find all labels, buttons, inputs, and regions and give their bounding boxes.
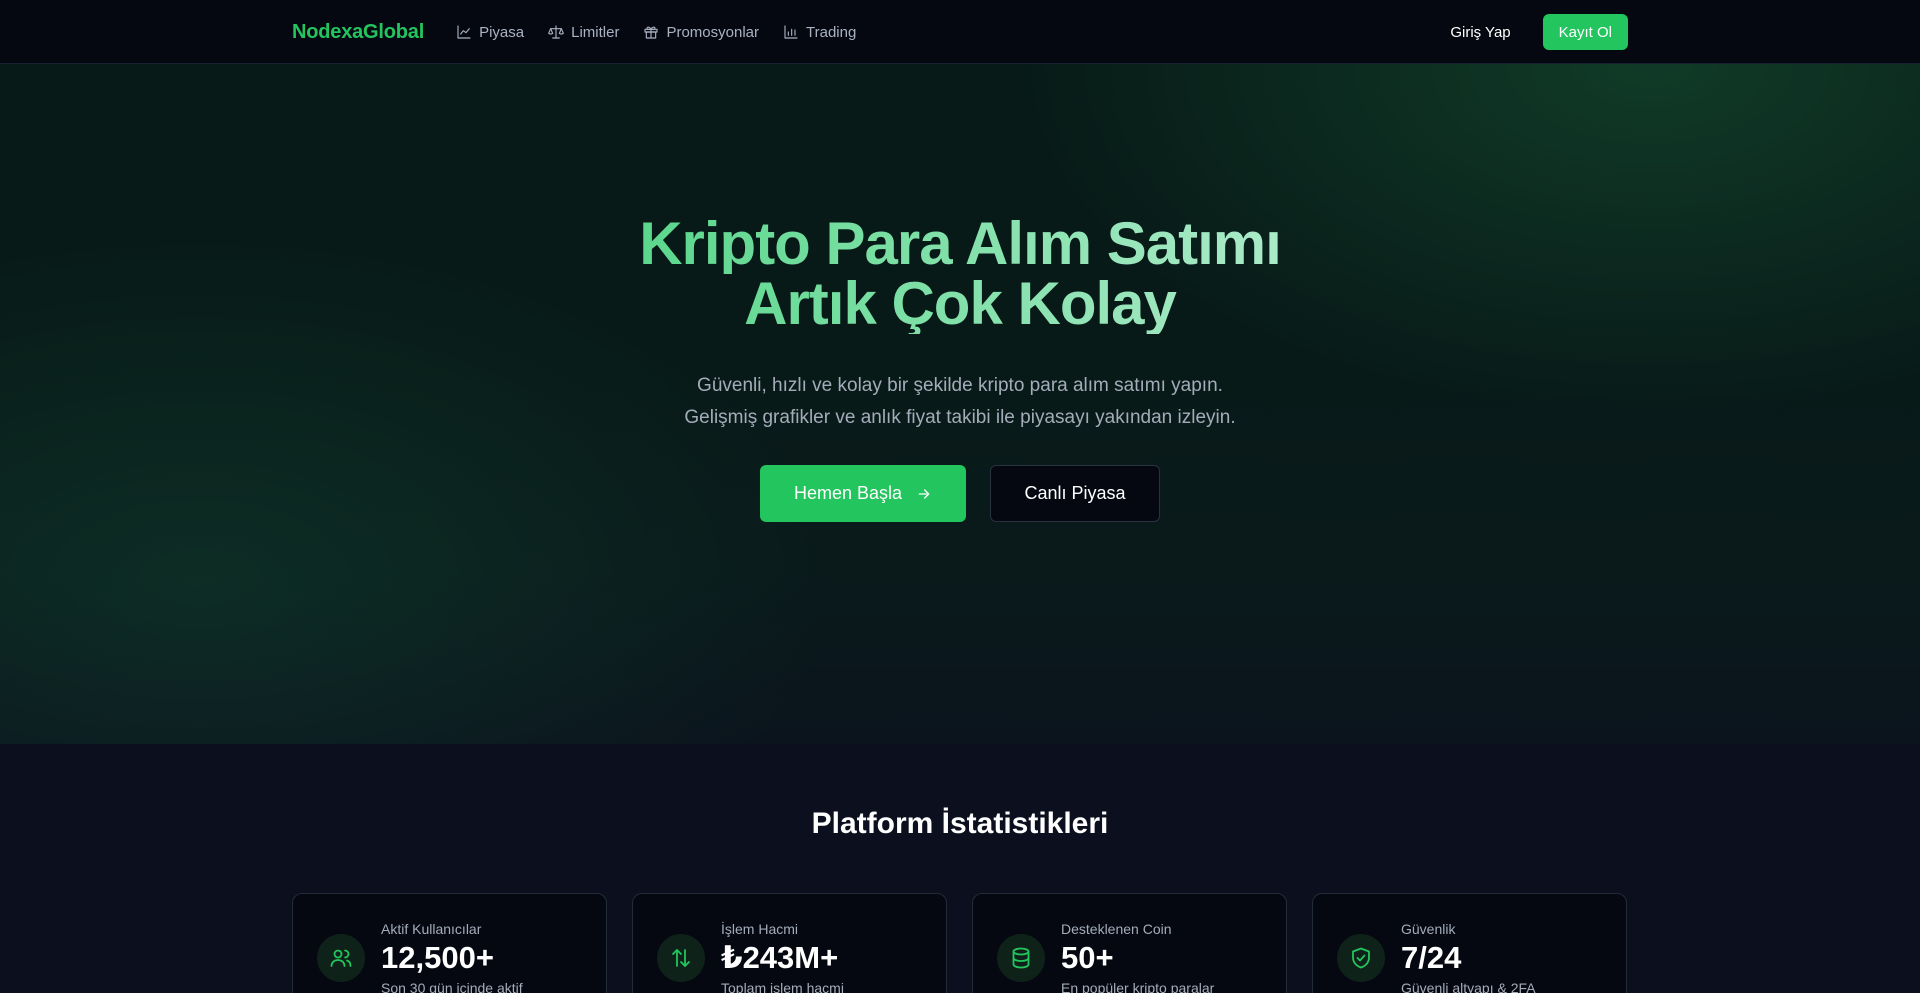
stat-label: Güvenlik — [1401, 921, 1456, 937]
nav-link-label: Trading — [806, 23, 857, 41]
stat-text: Desteklenen Coin 50+ En popüler kripto p… — [1061, 920, 1214, 993]
stat-value: 50+ — [1061, 940, 1114, 975]
stat-text: Aktif Kullanıcılar 12,500+ Son 30 gün iç… — [381, 920, 523, 993]
page: NodexaGlobal Piyasa Limitler Promosyonla… — [0, 0, 1920, 993]
login-button[interactable]: Giriş Yap — [1436, 16, 1524, 49]
stat-label: Aktif Kullanıcılar — [381, 921, 482, 937]
hero-section: Kripto Para Alım Satımı Artık Çok Kolay … — [0, 64, 1920, 744]
navbar-inner: NodexaGlobal Piyasa Limitler Promosyonla… — [292, 0, 1628, 64]
stat-card-users: Aktif Kullanıcılar 12,500+ Son 30 gün iç… — [292, 893, 607, 993]
hero-subtitle-line-2: Gelişmiş grafikler ve anlık fiyat takibi… — [684, 407, 1236, 428]
nav-link-label: Promosyonlar — [666, 23, 759, 41]
gift-icon — [644, 26, 659, 39]
stat-cards: Aktif Kullanıcılar 12,500+ Son 30 gün iç… — [292, 893, 1628, 993]
hero-title-line-2: Artık Çok Kolay — [0, 274, 1920, 334]
stat-card-security: Güvenlik 7/24 Güvenli altyapı & 2FA — [1312, 893, 1627, 993]
nav-link-limitler[interactable]: Limitler — [548, 24, 619, 41]
get-started-button[interactable]: Hemen Başla — [760, 465, 966, 522]
nav-links: Piyasa Limitler Promosyonlar Trading — [456, 24, 856, 41]
hero-title-line-1: Kripto Para Alım Satımı — [0, 214, 1920, 274]
arrows-up-down-icon — [657, 934, 705, 982]
hero-title: Kripto Para Alım Satımı Artık Çok Kolay — [0, 214, 1920, 334]
arrow-right-icon — [918, 488, 930, 499]
stat-label: Desteklenen Coin — [1061, 921, 1172, 937]
nav-link-trading[interactable]: Trading — [783, 24, 856, 41]
stat-desc: Güvenli altyapı & 2FA — [1401, 980, 1536, 993]
live-market-button[interactable]: Canlı Piyasa — [990, 465, 1160, 522]
stat-desc: Son 30 gün içinde aktif — [381, 980, 523, 993]
nav-link-promosyonlar[interactable]: Promosyonlar — [643, 24, 759, 41]
shield-check-icon — [1337, 934, 1385, 982]
line-chart-icon — [457, 25, 471, 39]
database-icon — [997, 934, 1045, 982]
brand-logo[interactable]: NodexaGlobal — [292, 21, 424, 44]
nav-link-piyasa[interactable]: Piyasa — [456, 24, 524, 41]
nav-actions: Giriş Yap Kayıt Ol — [1436, 14, 1628, 50]
hero-subtitle-line-1: Güvenli, hızlı ve kolay bir şekilde krip… — [697, 375, 1223, 396]
stat-desc: En popüler kripto paralar — [1061, 980, 1215, 993]
nav-link-label: Piyasa — [479, 23, 525, 41]
stat-value: 12,500+ — [381, 940, 494, 975]
users-icon — [317, 934, 365, 982]
signup-button[interactable]: Kayıt Ol — [1542, 14, 1628, 50]
stat-value: 7/24 — [1401, 940, 1462, 975]
bar-chart-icon — [784, 25, 798, 39]
get-started-label: Hemen Başla — [793, 483, 903, 503]
stat-card-volume: İşlem Hacmi ₺243M+ Toplam işlem hacmi — [632, 893, 947, 993]
stat-text: Güvenlik 7/24 Güvenli altyapı & 2FA — [1401, 920, 1536, 993]
stat-value: ₺243M+ — [721, 940, 839, 975]
hero-actions: Hemen Başla Canlı Piyasa — [0, 465, 1920, 522]
stat-card-coins: Desteklenen Coin 50+ En popüler kripto p… — [972, 893, 1287, 993]
nav-link-label: Limitler — [571, 23, 620, 41]
stats-title: Platform İstatistikleri — [811, 807, 1109, 840]
stats-section: Platform İstatistikleri Aktif Kullanıcıl… — [0, 744, 1920, 993]
stat-text: İşlem Hacmi ₺243M+ Toplam işlem hacmi — [721, 920, 844, 993]
scale-icon — [548, 25, 565, 39]
stat-label: İşlem Hacmi — [721, 921, 799, 937]
navbar: NodexaGlobal Piyasa Limitler Promosyonla… — [0, 0, 1920, 64]
stat-desc: Toplam işlem hacmi — [721, 980, 844, 993]
hero-subtitle: Güvenli, hızlı ve kolay bir şekilde krip… — [0, 370, 1920, 434]
